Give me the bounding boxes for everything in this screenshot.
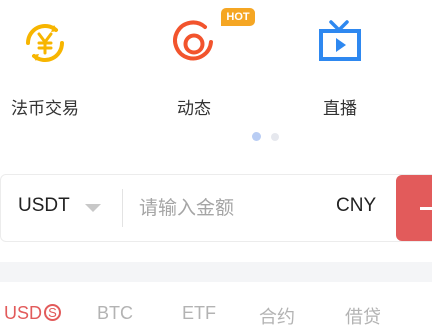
- hot-badge: HOT: [221, 8, 255, 26]
- activity-swirl-icon: [173, 20, 213, 61]
- amount-input[interactable]: [133, 191, 325, 225]
- arrow-icon: [420, 206, 432, 210]
- quick-action-label: 直播: [323, 99, 357, 119]
- chevron-down-icon[interactable]: [85, 204, 101, 212]
- quick-action-label: 法币交易: [11, 99, 79, 119]
- carousel-pager: [252, 132, 279, 141]
- tv-play-icon: [319, 20, 361, 61]
- currency-converter: USDT CNY: [0, 174, 432, 242]
- tab-lending[interactable]: 借贷: [345, 303, 381, 329]
- fiat-currency-label: CNY: [336, 195, 377, 216]
- yuan-exchange-icon: [25, 23, 65, 63]
- market-tabs: USD S BTC ETF 合约 借贷: [0, 303, 432, 335]
- pager-dot-active[interactable]: [252, 132, 261, 141]
- tab-usds[interactable]: USD S: [4, 303, 62, 324]
- tab-btc[interactable]: BTC: [97, 303, 133, 324]
- tab-label: USD: [4, 303, 43, 323]
- convert-button[interactable]: [396, 175, 432, 241]
- divider: [122, 189, 123, 227]
- section-divider: [0, 262, 432, 282]
- pager-dot[interactable]: [271, 132, 279, 141]
- tab-contract[interactable]: 合约: [259, 303, 295, 329]
- quick-action-label: 动态: [177, 99, 211, 119]
- tab-etf[interactable]: ETF: [182, 303, 216, 324]
- coin-select-label[interactable]: USDT: [18, 195, 70, 217]
- usds-badge: S: [44, 304, 62, 321]
